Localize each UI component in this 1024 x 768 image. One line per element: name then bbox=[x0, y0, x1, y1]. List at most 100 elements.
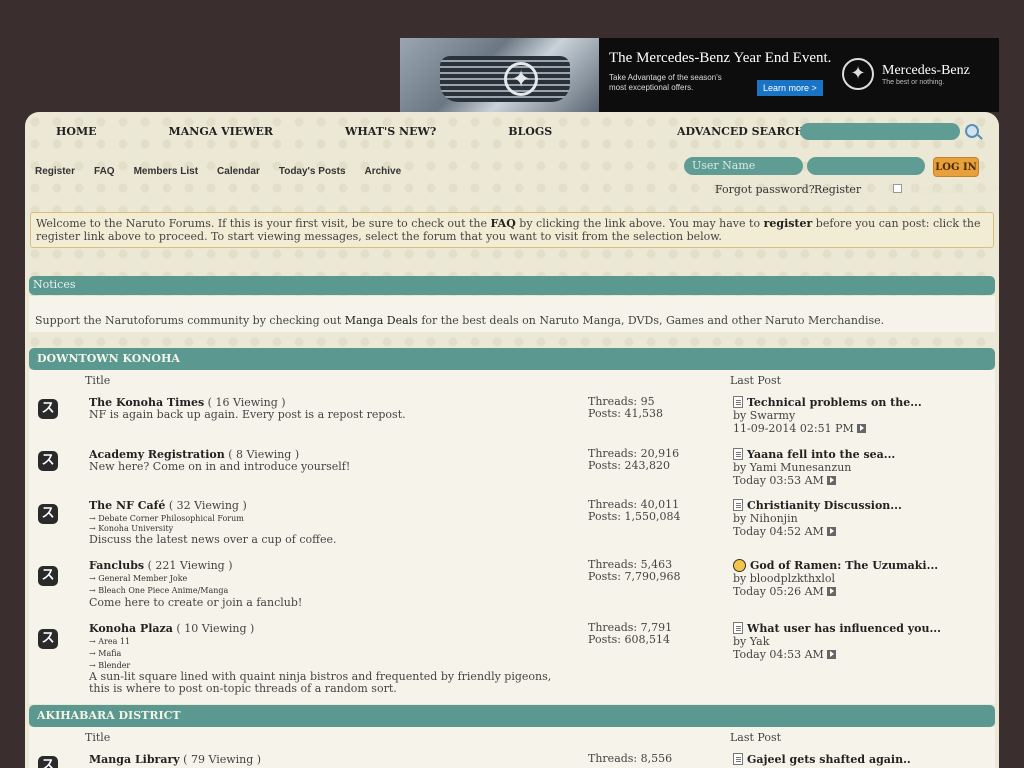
col-last-post: Last Post bbox=[730, 374, 782, 387]
last-post-by[interactable]: by Swarmy bbox=[733, 409, 922, 422]
last-post-title-link[interactable]: Christianity Discussion... bbox=[747, 499, 902, 512]
forum-posts: Posts: 608,514 bbox=[588, 633, 670, 646]
last-post-title-link[interactable]: Yaana fell into the sea... bbox=[747, 448, 895, 461]
last-post-time: Today 03:53 AM bbox=[733, 474, 824, 487]
nav-manga-viewer[interactable]: MANGA VIEWER bbox=[169, 125, 273, 138]
forum-stats: Threads: 7,791 Posts: 608,514 bbox=[588, 622, 672, 646]
last-post-title-link[interactable]: Gajeel gets shafted again.. bbox=[747, 753, 911, 766]
category-header-downtown-konoha[interactable]: DOWNTOWN KONOHA bbox=[29, 348, 995, 370]
go-to-post-icon[interactable] bbox=[826, 587, 836, 596]
ad-car-image: ✦ bbox=[400, 38, 599, 112]
notice-text-1: Support the Narutoforums community by ch… bbox=[35, 314, 345, 327]
subforum-link[interactable]: → General Member Joke bbox=[89, 574, 187, 583]
thread-doc-icon bbox=[733, 499, 743, 511]
nav-home[interactable]: HOME bbox=[56, 125, 97, 138]
welcome-register-link[interactable]: register bbox=[764, 217, 813, 230]
search-input[interactable] bbox=[800, 123, 960, 140]
last-post-by[interactable]: by bloodplzkthxlol bbox=[733, 572, 938, 585]
thread-doc-icon bbox=[733, 622, 743, 634]
sub-nav: Register FAQ Members List Calendar Today… bbox=[35, 166, 401, 177]
main-panel: HOME MANGA VIEWER WHAT'S NEW? BLOGS ADVA… bbox=[25, 112, 999, 768]
forum-desc: New here? Come on in and introduce yours… bbox=[89, 460, 351, 473]
last-post-by[interactable]: by Yami Munesanzun bbox=[733, 461, 895, 474]
notice-body: Support the Narutoforums community by ch… bbox=[29, 296, 995, 332]
welcome-text-2: by clicking the link above. You may have… bbox=[515, 217, 764, 230]
thread-doc-icon bbox=[733, 753, 743, 765]
forum-viewing: ( 221 Viewing ) bbox=[147, 559, 233, 572]
col-title: Title bbox=[85, 731, 111, 744]
section-downtown-konoha: Title Last Post ス The Konoha Times ( 16 … bbox=[29, 370, 995, 704]
forum-icon: ス bbox=[38, 451, 58, 471]
notice-text-2: for the best deals on Naruto Manga, DVDs… bbox=[417, 314, 885, 327]
forum-name-link[interactable]: Fanclubs bbox=[89, 559, 144, 572]
nav-blogs[interactable]: BLOGS bbox=[508, 125, 552, 138]
subnav-register[interactable]: Register bbox=[35, 166, 75, 177]
forum-last-post: Yaana fell into the sea... by Yami Munes… bbox=[733, 448, 895, 487]
forum-last-post: God of Ramen: The Uzumaki... by bloodplz… bbox=[733, 559, 938, 598]
avatar-face-icon bbox=[733, 559, 746, 572]
login-register-link[interactable]: Register bbox=[814, 183, 861, 196]
remember-me-checkbox[interactable] bbox=[893, 184, 902, 193]
subforum-link[interactable]: → Bleach One Piece Anime/Manga bbox=[89, 586, 228, 595]
go-to-post-icon[interactable] bbox=[826, 650, 836, 659]
thread-doc-icon bbox=[733, 448, 743, 460]
notices-header: Notices bbox=[29, 276, 995, 295]
last-post-title-link[interactable]: Technical problems on the... bbox=[747, 396, 922, 409]
go-to-post-icon[interactable] bbox=[826, 476, 836, 485]
subforum-link[interactable]: → Mafia bbox=[89, 649, 121, 658]
forum-stats: Threads: 5,463 Posts: 7,790,968 bbox=[588, 559, 680, 583]
forum-icon: ス bbox=[38, 504, 58, 524]
last-post-title-link[interactable]: What user has influenced you... bbox=[747, 622, 941, 635]
forgot-password-link[interactable]: Forgot password? bbox=[715, 183, 815, 196]
search-icon[interactable] bbox=[965, 124, 979, 138]
password-input[interactable] bbox=[807, 157, 925, 175]
ad-learn-more-button[interactable]: Learn more > bbox=[757, 80, 823, 96]
forum-viewing: ( 10 Viewing ) bbox=[176, 622, 255, 635]
forum-threads: Threads: 8,556 bbox=[588, 752, 673, 765]
last-post-time: Today 05:26 AM bbox=[733, 585, 824, 598]
forum-last-post: What user has influenced you... by Yak T… bbox=[733, 622, 941, 661]
last-post-time: Today 04:52 AM bbox=[733, 525, 824, 538]
forum-name-link[interactable]: The NF Café bbox=[89, 499, 165, 512]
ad-brand-name: Mercedes-Benz bbox=[882, 62, 970, 78]
subnav-calendar[interactable]: Calendar bbox=[217, 166, 260, 177]
subnav-members-list[interactable]: Members List bbox=[134, 166, 198, 177]
login-button[interactable]: LOG IN bbox=[933, 157, 979, 177]
ad-banner[interactable]: ✦ The Mercedes-Benz Year End Event. Take… bbox=[400, 38, 999, 112]
username-input[interactable]: User Name bbox=[684, 157, 803, 175]
section-akihabara-district: Title Last Post ス Manga Library ( 79 Vie… bbox=[29, 727, 995, 768]
forum-title: Konoha Plaza ( 10 Viewing ) bbox=[89, 622, 254, 635]
subforum-link[interactable]: → Konoha University bbox=[89, 524, 173, 533]
forum-viewing: ( 79 Viewing ) bbox=[183, 753, 262, 766]
manga-deals-link[interactable]: Manga Deals bbox=[345, 314, 418, 327]
forum-last-post: Gajeel gets shafted again.. bbox=[733, 753, 911, 766]
go-to-post-icon[interactable] bbox=[826, 527, 836, 536]
last-post-time: Today 04:53 AM bbox=[733, 648, 824, 661]
welcome-faq-link[interactable]: FAQ bbox=[491, 217, 516, 230]
last-post-by[interactable]: by Yak bbox=[733, 635, 941, 648]
ad-brand: ✦ Mercedes-Benz The best or nothing. bbox=[842, 58, 970, 90]
forum-icon: ス bbox=[38, 399, 58, 419]
last-post-by[interactable]: by Nihonjin bbox=[733, 512, 902, 525]
forum-icon: ス bbox=[38, 566, 58, 586]
last-post-title-link[interactable]: God of Ramen: The Uzumaki... bbox=[750, 559, 938, 572]
top-nav: HOME MANGA VIEWER WHAT'S NEW? BLOGS bbox=[56, 125, 624, 138]
subforum-link[interactable]: → Area 11 bbox=[89, 637, 130, 646]
go-to-post-icon[interactable] bbox=[856, 424, 866, 433]
subforum-link[interactable]: → Blender bbox=[89, 661, 130, 670]
advanced-search-link[interactable]: ADVANCED SEARCH bbox=[677, 125, 805, 138]
subnav-todays-posts[interactable]: Today's Posts bbox=[279, 166, 346, 177]
nav-whats-new[interactable]: WHAT'S NEW? bbox=[345, 125, 436, 138]
last-post-time: 11-09-2014 02:51 PM bbox=[733, 422, 854, 435]
category-header-akihabara-district[interactable]: AKIHABARA DISTRICT bbox=[29, 705, 995, 727]
subnav-archive[interactable]: Archive bbox=[365, 166, 402, 177]
forum-posts: Posts: 41,538 bbox=[588, 407, 663, 420]
subforum-link[interactable]: → Debate Corner Philosophical Forum bbox=[89, 514, 244, 523]
forum-title: Fanclubs ( 221 Viewing ) bbox=[89, 559, 233, 572]
forum-name-link[interactable]: Konoha Plaza bbox=[89, 622, 173, 635]
forum-stats: Threads: 95 Posts: 41,538 bbox=[588, 396, 663, 420]
forum-desc: Come here to create or join a fanclub! bbox=[89, 596, 303, 609]
welcome-text-1: Welcome to the Naruto Forums. If this is… bbox=[36, 217, 491, 230]
forum-name-link[interactable]: Manga Library bbox=[89, 753, 180, 766]
subnav-faq[interactable]: FAQ bbox=[94, 166, 115, 177]
